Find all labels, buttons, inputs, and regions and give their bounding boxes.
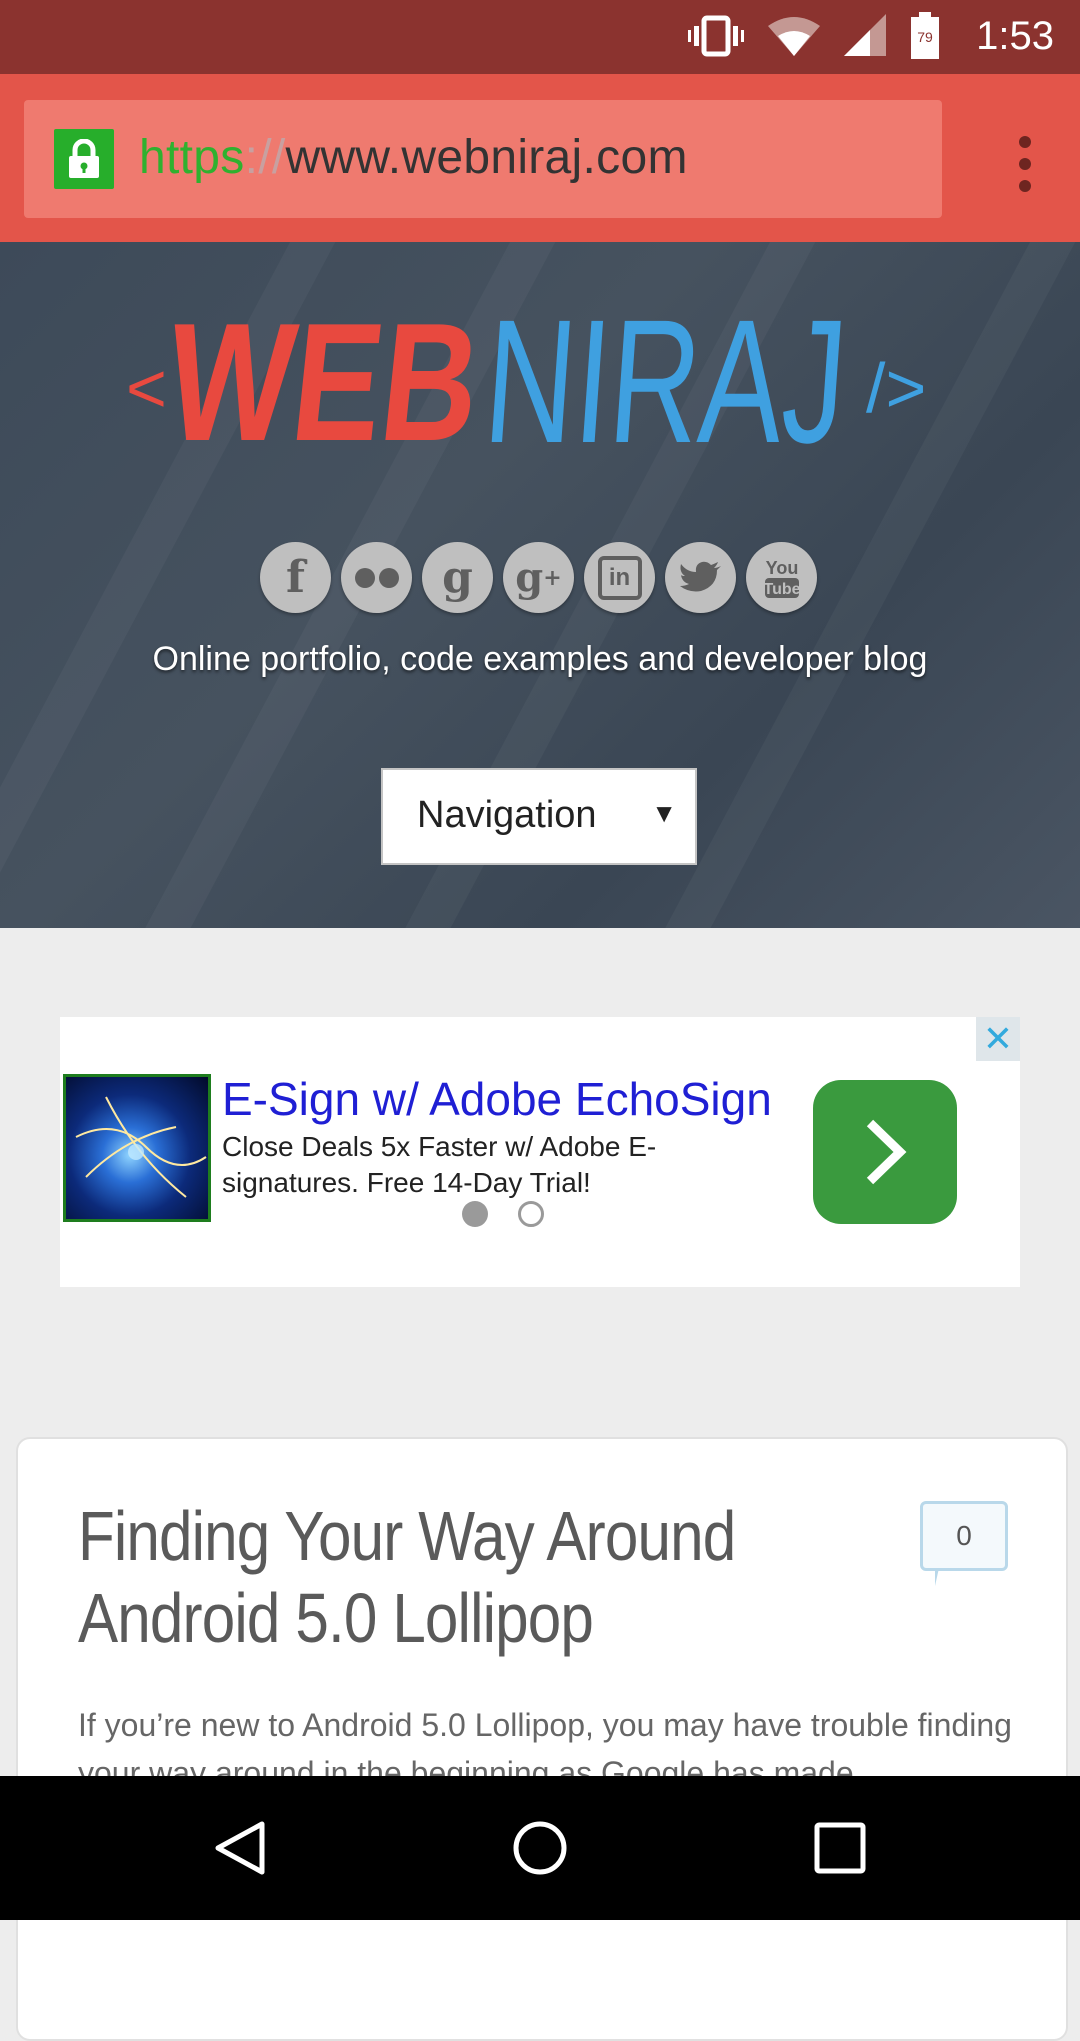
status-bar: 79 1:53 [0,0,1080,74]
flickr-icon[interactable] [341,542,412,613]
logo-prefix: < [126,349,167,427]
battery-level: 79 [917,29,933,45]
back-icon[interactable] [204,1812,276,1884]
address-bar[interactable]: https://www.webniraj.com [24,100,942,218]
browser-toolbar: https://www.webniraj.com [0,74,1080,242]
recents-icon[interactable] [804,1812,876,1884]
ad-title[interactable]: E-Sign w/ Adobe EchoSign [222,1072,772,1126]
ad-description: Close Deals 5x Faster w/ Adobe E-signatu… [222,1131,657,1198]
social-links: f g g + in You Tube [260,542,817,613]
linkedin-icon[interactable]: in [584,542,655,613]
ad-pager [462,1201,544,1227]
ad-banner[interactable]: ✕ E-Sign w/ Adobe EchoSign Close Deals 5… [60,1017,1020,1287]
url-scheme: https [139,131,245,184]
logo-suffix: /> [866,349,926,427]
chevron-right-icon [866,1119,907,1185]
ad-globe-image[interactable] [63,1074,211,1222]
logo-web: WEB [159,292,489,476]
dropdown-arrow-icon: ▼ [651,798,677,828]
facebook-icon[interactable]: f [260,542,331,613]
ad-open-button[interactable] [813,1080,957,1224]
navigation-select-label: Navigation [417,794,597,836]
system-navigation-bar [0,1776,1080,1920]
battery-icon: 79 [911,12,939,59]
navigation-select[interactable]: Navigation ▼ [381,768,697,865]
article-card: Finding Your Way Around Android 5.0 Loll… [16,1437,1068,2041]
svg-text:Tube: Tube [763,581,800,598]
goodreads-icon[interactable]: g [422,542,493,613]
youtube-icon[interactable]: You Tube [746,542,817,613]
overflow-menu-icon[interactable] [1018,136,1032,192]
google-plus-icon[interactable]: g + [503,542,574,613]
url-text[interactable]: https://www.webniraj.com [139,130,688,185]
comment-count-badge[interactable]: 0 [920,1501,1008,1586]
svg-text:You: You [765,558,798,578]
url-host: www.webniraj.com [285,131,688,184]
wifi-icon [768,17,820,56]
url-separator: :// [244,131,286,184]
vibrate-icon [688,15,744,57]
twitter-icon[interactable] [665,542,736,613]
close-icon[interactable]: ✕ [976,1017,1020,1061]
lock-icon [54,129,114,189]
cell-signal-icon [844,14,886,56]
site-header: < WEB NIRAJ /> f g g + in You Tube Online … [0,242,1080,928]
ad-page-dot[interactable] [518,1201,544,1227]
clock: 1:53 [976,14,1054,58]
site-logo[interactable]: < WEB NIRAJ /> [126,292,956,492]
site-tagline: Online portfolio, code examples and deve… [152,640,928,678]
logo-niraj: NIRAJ [479,292,853,480]
home-icon[interactable] [504,1812,576,1884]
article-title[interactable]: Finding Your Way Around Android 5.0 Loll… [78,1495,800,1659]
status-icons: 79 [688,12,940,60]
ad-page-dot[interactable] [462,1201,488,1227]
